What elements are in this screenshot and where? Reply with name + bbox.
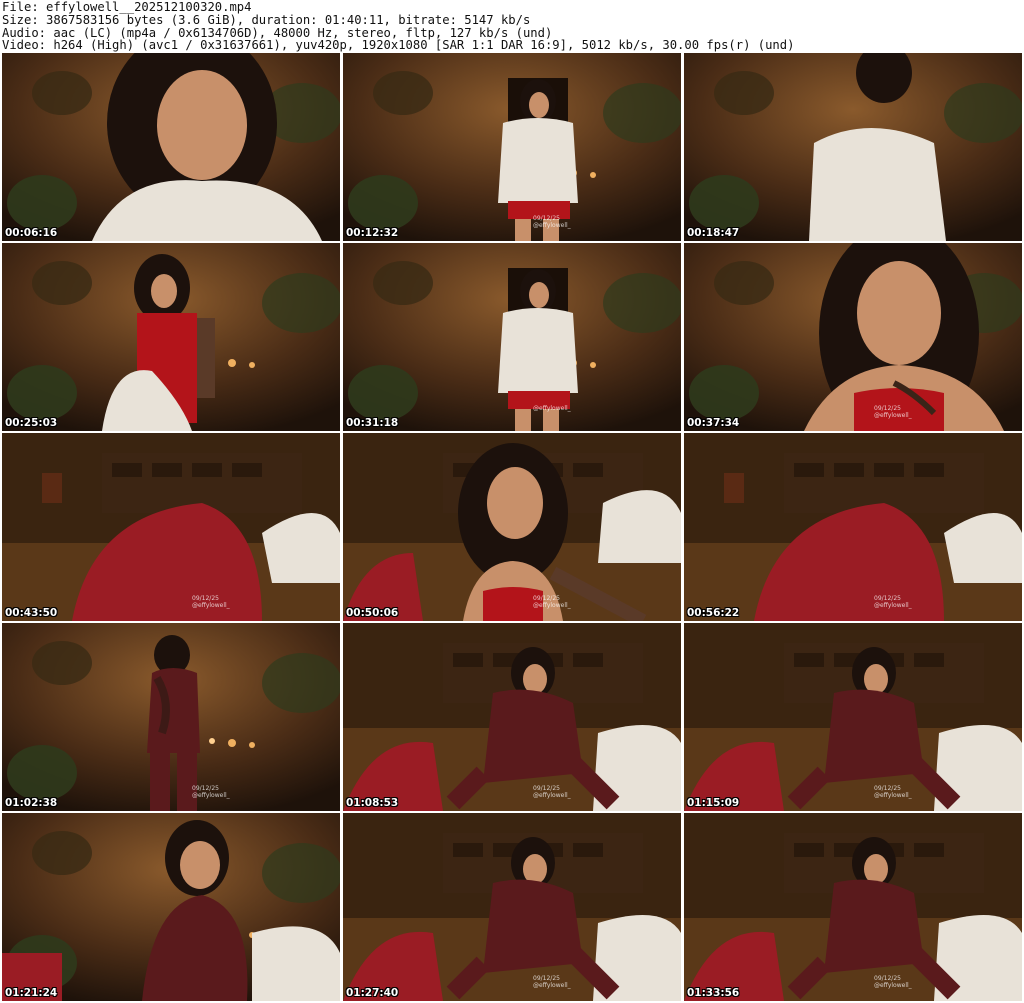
video-thumbnail: 00:18:47 (684, 53, 1022, 241)
timestamp-label: 01:21:24 (5, 987, 58, 999)
thumbnail-frame-image (684, 813, 1022, 1001)
watermark-date: 09/12/25 (533, 975, 560, 982)
watermark-date: 09/12/25 (874, 975, 901, 982)
watermark-date: 09/12/25 (192, 595, 219, 602)
video-thumbnail: 01:21:24 (2, 813, 340, 1001)
watermark-date: 09/12/25 (533, 215, 560, 222)
thumbnail-frame-image (2, 53, 340, 241)
thumbnail-frame-image (684, 433, 1022, 621)
watermark-date: 09/12/25 (533, 595, 560, 602)
video-thumbnail: 09/12/25 @effylowell_ 00:12:32 (343, 53, 681, 241)
watermark: 09/12/25 @effylowell_ (533, 595, 571, 609)
file-size-line: Size: 3867583156 bytes (3.6 GiB), durati… (2, 12, 531, 27)
video-thumbnail: 09/12/25 @effylowell_ 01:08:53 (343, 623, 681, 811)
watermark-date: 09/12/25 (533, 785, 560, 792)
timestamp-label: 00:25:03 (5, 417, 58, 429)
timestamp-label: 01:27:40 (346, 987, 399, 999)
thumbnail-frame-image (2, 623, 340, 811)
video-thumbnail: 00:06:16 (2, 53, 340, 241)
video-thumbnail: 09/12/25 @effylowell_ 00:43:50 (2, 433, 340, 621)
thumbnail-frame-image (343, 433, 681, 621)
thumbnail-frame-image (684, 53, 1022, 241)
thumbnail-grid: 00:06:16 09/12/25 @effylowell_ 00:12:32 00… (2, 53, 1022, 1001)
file-name-line: File: effylowell__202512100320.mp4 (2, 0, 252, 14)
video-thumbnail: @effylowell_ 00:31:18 (343, 243, 681, 431)
video-info-line: Video: h264 (High) (avc1 / 0x31637661), … (2, 38, 795, 53)
video-thumbnail: 00:25:03 (2, 243, 340, 431)
thumbnail-frame-image (684, 623, 1022, 811)
watermark-handle: @effylowell_ (533, 792, 571, 799)
thumbnail-frame-image (2, 433, 340, 621)
video-thumbnail: 09/12/25 @effylowell_ 01:02:38 (2, 623, 340, 811)
watermark: 09/12/25 @effylowell_ (192, 595, 230, 609)
watermark-date: 09/12/25 (874, 595, 901, 602)
video-thumbnail: 09/12/25 @effylowell_ 00:50:06 (343, 433, 681, 621)
watermark-handle: @effylowell_ (533, 982, 571, 989)
watermark-date: 09/12/25 (874, 405, 901, 412)
watermark: 09/12/25 @effylowell_ (874, 785, 912, 799)
watermark-handle: @effylowell_ (874, 602, 912, 609)
timestamp-label: 01:02:38 (5, 797, 58, 809)
watermark: 09/12/25 @effylowell_ (533, 215, 571, 229)
video-thumbnail: 09/12/25 @effylowell_ 01:33:56 (684, 813, 1022, 1001)
thumbnail-frame-image (343, 813, 681, 1001)
timestamp-label: 00:37:34 (687, 417, 740, 429)
watermark: 09/12/25 @effylowell_ (533, 975, 571, 989)
video-thumbnail: 09/12/25 @effylowell_ 01:15:09 (684, 623, 1022, 811)
file-info-header: File: effylowell__202512100320.mp4 Size:… (2, 1, 1022, 52)
watermark-date: 09/12/25 (874, 785, 901, 792)
watermark-handle: @effylowell_ (192, 792, 230, 799)
watermark-handle: @effylowell_ (874, 982, 912, 989)
thumbnail-frame-image (2, 243, 340, 431)
watermark-handle: @effylowell_ (874, 412, 912, 419)
thumbnail-frame-image (343, 53, 681, 241)
thumbnail-frame-image (343, 623, 681, 811)
watermark: @effylowell_ (533, 405, 571, 412)
timestamp-label: 00:56:22 (687, 607, 740, 619)
video-thumbnail: 09/12/25 @effylowell_ 01:27:40 (343, 813, 681, 1001)
watermark: 09/12/25 @effylowell_ (874, 595, 912, 609)
thumbnail-frame-image (343, 243, 681, 431)
watermark-handle: @effylowell_ (533, 222, 571, 229)
timestamp-label: 00:31:18 (346, 417, 399, 429)
timestamp-label: 00:06:16 (5, 227, 58, 239)
timestamp-label: 00:50:06 (346, 607, 399, 619)
video-thumbnail: 09/12/25 @effylowell_ 00:37:34 (684, 243, 1022, 431)
thumbnail-frame-image (2, 813, 340, 1001)
timestamp-label: 01:15:09 (687, 797, 740, 809)
watermark: 09/12/25 @effylowell_ (192, 785, 230, 799)
timestamp-label: 00:12:32 (346, 227, 399, 239)
watermark: 09/12/25 @effylowell_ (874, 975, 912, 989)
video-thumbnail: 09/12/25 @effylowell_ 00:56:22 (684, 433, 1022, 621)
watermark-date: 09/12/25 (192, 785, 219, 792)
timestamp-label: 01:08:53 (346, 797, 399, 809)
watermark-handle: @effylowell_ (874, 792, 912, 799)
watermark-handle: @effylowell_ (192, 602, 230, 609)
watermark-handle: @effylowell_ (533, 405, 571, 412)
timestamp-label: 00:18:47 (687, 227, 740, 239)
watermark-handle: @effylowell_ (533, 602, 571, 609)
timestamp-label: 00:43:50 (5, 607, 58, 619)
timestamp-label: 01:33:56 (687, 987, 740, 999)
thumbnail-frame-image (684, 243, 1022, 431)
watermark: 09/12/25 @effylowell_ (874, 405, 912, 419)
watermark: 09/12/25 @effylowell_ (533, 785, 571, 799)
